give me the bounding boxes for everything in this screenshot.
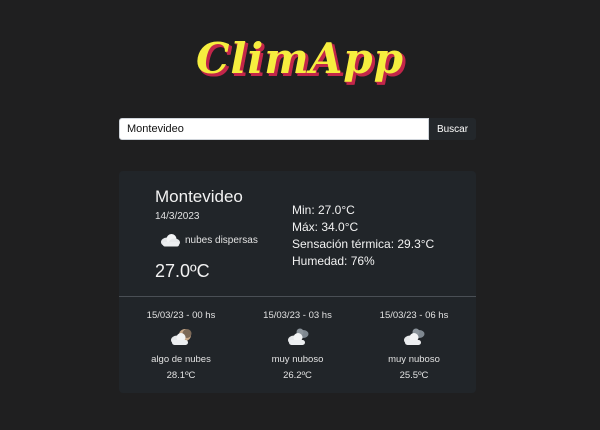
forecast-description: algo de nubes <box>151 354 211 365</box>
forecast-description: muy nuboso <box>388 354 440 365</box>
search-input[interactable] <box>119 118 429 140</box>
current-condition: nubes dispersas <box>159 231 258 249</box>
forecast-temperature: 26.2ºC <box>283 370 312 381</box>
city-name: Montevideo <box>155 187 243 206</box>
broken-clouds-icon <box>369 326 459 350</box>
current-date: 14/3/2023 <box>155 211 200 222</box>
forecast-temperature: 28.1ºC <box>166 370 196 381</box>
weather-details: Min: 27.0°C Máx: 34.0°C Sensación térmic… <box>292 202 434 270</box>
forecast-time: 15/03/23 - 00 hs <box>146 310 216 321</box>
search-form: Buscar <box>119 118 476 140</box>
app-logo: ClimApp <box>195 34 405 83</box>
current-temperature: 27.0ºC <box>155 261 210 281</box>
few-clouds-night-icon <box>136 326 226 350</box>
forecast-description: muy nuboso <box>271 354 324 365</box>
weather-card: Montevideo 14/3/2023 nubes dispersas 27.… <box>119 171 476 393</box>
forecast-item: 15/03/23 - 00 hs algo de nubes 28.1ºC <box>136 297 226 393</box>
max-temperature: Máx: 34.0°C <box>292 220 359 234</box>
forecast-time: 15/03/23 - 03 hs <box>263 310 332 321</box>
forecast-list: 15/03/23 - 00 hs algo de nubes 28.1ºC 15… <box>119 297 476 393</box>
page: ClimApp Buscar Montevideo 14/3/2023 nube… <box>0 0 600 430</box>
feels-like: Sensación térmica: 29.3°C <box>292 237 435 251</box>
forecast-temperature: 25.5ºC <box>399 370 429 381</box>
min-temperature: Min: 27.0°C <box>292 203 355 217</box>
current-weather: Montevideo 14/3/2023 nubes dispersas 27.… <box>119 171 476 296</box>
forecast-time: 15/03/23 - 06 hs <box>379 310 449 321</box>
forecast-item: 15/03/23 - 03 hs muy nuboso 26.2ºC <box>253 297 343 393</box>
broken-clouds-icon <box>253 326 343 350</box>
scattered-clouds-icon <box>159 231 181 249</box>
condition-label: nubes dispersas <box>185 234 258 246</box>
forecast-item: 15/03/23 - 06 hs muy nuboso 25.5ºC <box>369 297 459 393</box>
search-button[interactable]: Buscar <box>429 118 476 140</box>
humidity: Humedad: 76% <box>292 254 375 268</box>
